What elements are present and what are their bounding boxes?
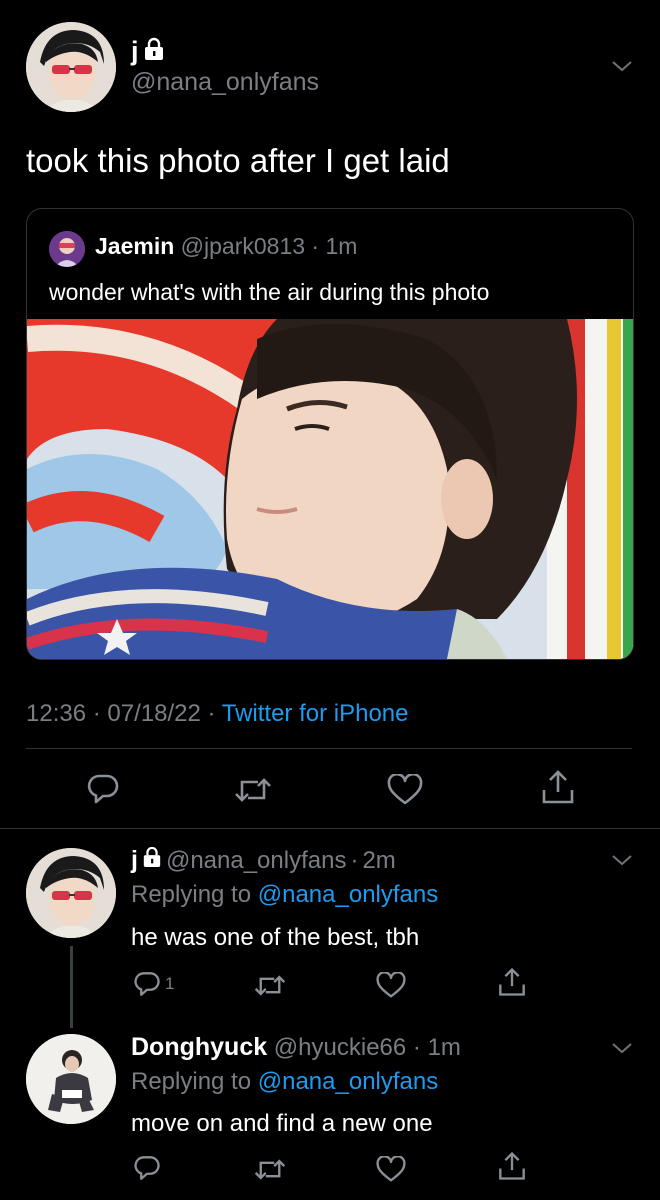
chevron-down-icon[interactable] [610,54,634,78]
share-icon[interactable] [497,1150,527,1182]
quoted-tweet-card[interactable]: Jaemin @jpark0813 · 1m wonder what's wit… [26,208,634,660]
quoted-avatar [49,231,85,267]
replying-to-prefix: Replying to [131,881,252,908]
reply-handle[interactable]: @hyuckie66 [274,1034,406,1061]
quoted-header: Jaemin @jpark0813 · 1m [95,233,357,260]
reply-header: j @nana_onlyfans · 2m [131,846,396,875]
quoted-handle: @jpark0813 [180,233,306,259]
quoted-photo[interactable] [27,319,633,659]
like-icon[interactable] [387,774,423,806]
replying-to-prefix: Replying to [131,1068,252,1095]
tweet-text: took this photo after I get laid [26,142,450,179]
like-icon[interactable] [376,972,406,999]
quoted-name: Jaemin [95,233,175,259]
replying-to-line: Replying to @nana_onlyfans [131,881,438,909]
dot-separator: · [311,233,320,259]
retweet-icon[interactable] [254,1156,286,1183]
reply-avatar[interactable] [26,848,116,938]
reply-text: move on and find a new one [131,1110,433,1137]
reply-time: 2m [362,846,396,874]
reply-handle[interactable]: @nana_onlyfans [166,847,347,875]
share-icon[interactable] [497,966,527,998]
replying-to-link[interactable]: @nana_onlyfans [258,881,439,908]
chevron-down-icon[interactable] [610,1036,634,1060]
tweet-time: 12:36 [26,700,87,727]
lock-icon [143,37,165,66]
tweet-meta: 12:36 · 07/18/22 · Twitter for iPhone [26,700,409,727]
reply-text: he was one of the best, tbh [131,924,420,951]
tweet-source-link[interactable]: Twitter for iPhone [222,700,409,727]
reply-icon[interactable] [133,1154,161,1182]
reply-display-name[interactable]: j [131,846,138,875]
reply-display-name[interactable]: Donghyuck [131,1033,267,1061]
chevron-down-icon[interactable] [610,848,634,872]
lock-icon [142,846,162,875]
reply-count: 1 [165,974,175,993]
reply-avatar[interactable] [26,1034,116,1124]
divider [0,828,660,829]
reply-icon[interactable] [86,772,120,806]
share-icon[interactable] [540,768,576,806]
author-display-name[interactable]: j [131,36,139,67]
reply-icon[interactable]: 1 [133,970,174,998]
thread-line [70,946,73,1028]
reply-header: Donghyuck @hyuckie66 · 1m [131,1033,461,1061]
author-handle[interactable]: @nana_onlyfans [131,68,319,97]
author-avatar[interactable] [26,22,116,112]
replying-to-line: Replying to @nana_onlyfans [131,1068,438,1096]
tweet-date: 07/18/22 [107,700,201,727]
replying-to-link[interactable]: @nana_onlyfans [258,1068,439,1095]
reply-time: 1m [427,1034,461,1061]
like-icon[interactable] [376,1156,406,1183]
quoted-time: 1m [325,233,358,259]
retweet-icon[interactable] [234,774,272,806]
quoted-text: wonder what's with the air during this p… [49,279,490,305]
author-name-row: j [131,36,165,66]
divider [26,748,632,749]
retweet-icon[interactable] [254,972,286,999]
